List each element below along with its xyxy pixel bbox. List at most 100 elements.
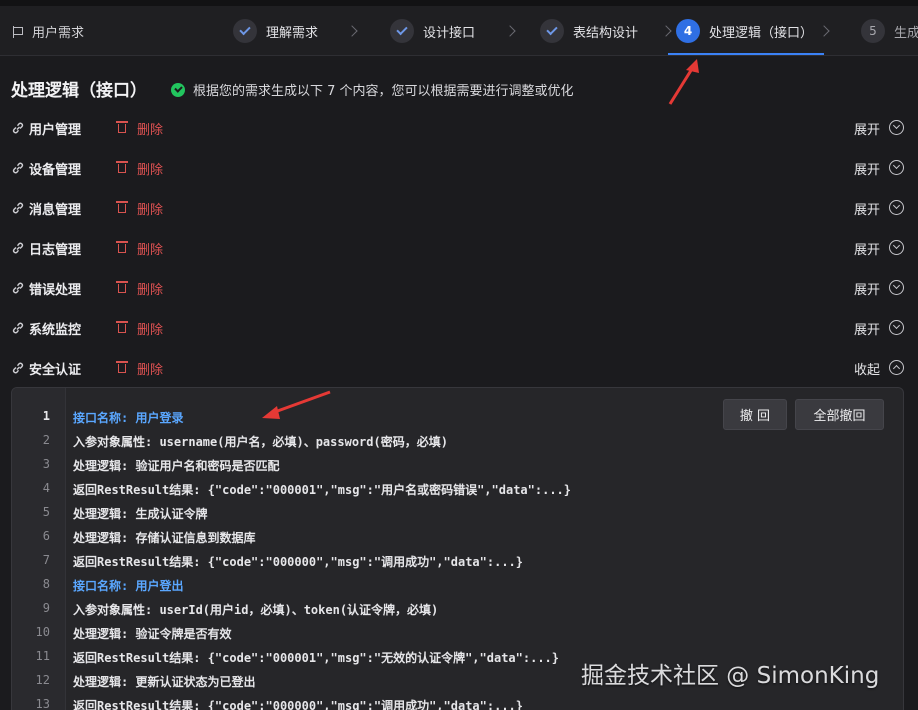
code-line-text: 返回RestResult结果: {"code":"000000","msg":"… xyxy=(73,555,524,569)
delete-button[interactable]: 删除 xyxy=(137,319,163,338)
step-label: 生成 xyxy=(894,25,918,41)
link-icon xyxy=(12,122,24,134)
line-number: 6 xyxy=(42,529,50,543)
chevron-down-circle-icon[interactable] xyxy=(889,320,904,335)
link-icon xyxy=(12,242,24,254)
trash-icon[interactable] xyxy=(116,160,128,173)
step-label: 理解需求 xyxy=(266,25,319,41)
undo-all-button[interactable]: 全部撤回 xyxy=(795,399,884,430)
code-line[interactable]: 13 返回RestResult结果: {"code":"000000","msg"… xyxy=(12,693,903,710)
expand-button[interactable]: 展开 xyxy=(854,239,880,258)
step-generate[interactable]: 5 生成 xyxy=(861,18,918,44)
step-understand[interactable]: 理解需求 xyxy=(233,18,318,44)
code-line[interactable]: 5 处理逻辑: 生成认证令牌 xyxy=(12,501,903,525)
chevron-down-circle-icon[interactable] xyxy=(889,120,904,135)
expand-button[interactable]: 展开 xyxy=(854,119,880,138)
module-name: 用户管理 xyxy=(29,122,82,138)
module-name: 消息管理 xyxy=(29,202,82,218)
module-row-log: 日志管理 删除 展开 xyxy=(0,236,918,260)
step-processing-logic[interactable]: 4 处理逻辑（接口） xyxy=(676,18,813,44)
module-name: 日志管理 xyxy=(29,242,82,258)
link-icon xyxy=(12,202,24,214)
line-number: 12 xyxy=(35,673,50,687)
check-icon xyxy=(233,19,257,43)
delete-button[interactable]: 删除 xyxy=(137,239,163,258)
chevron-right-icon xyxy=(660,25,672,37)
code-line-text: 处理逻辑: 验证用户名和密码是否匹配 xyxy=(73,459,280,473)
line-number: 5 xyxy=(42,505,50,519)
code-line-text: 处理逻辑: 验证令牌是否有效 xyxy=(73,627,232,641)
expand-button[interactable]: 展开 xyxy=(854,159,880,178)
expand-button[interactable]: 展开 xyxy=(854,319,880,338)
line-number: 3 xyxy=(42,457,50,471)
line-number: 13 xyxy=(35,697,50,710)
active-step-underline xyxy=(668,53,824,55)
code-line-text: 处理逻辑: 更新认证状态为已登出 xyxy=(73,675,256,689)
undo-button[interactable]: 撤 回 xyxy=(723,399,787,430)
line-number: 10 xyxy=(35,625,50,639)
collapse-button[interactable]: 收起 xyxy=(854,359,880,378)
code-line[interactable]: 6 处理逻辑: 存储认证信息到数据库 xyxy=(12,525,903,549)
trash-icon[interactable] xyxy=(116,320,128,333)
line-number: 11 xyxy=(35,649,50,663)
chevron-down-circle-icon[interactable] xyxy=(889,200,904,215)
code-line[interactable]: 3 处理逻辑: 验证用户名和密码是否匹配 xyxy=(12,453,903,477)
requirement-tab[interactable]: 用户需求 xyxy=(12,22,84,41)
step-label: 表结构设计 xyxy=(573,25,639,41)
line-number: 9 xyxy=(42,601,50,615)
code-line[interactable]: 4 返回RestResult结果: {"code":"000001","msg":… xyxy=(12,477,903,501)
page-title: 处理逻辑（接口） xyxy=(11,81,147,101)
delete-button[interactable]: 删除 xyxy=(137,359,163,378)
delete-button[interactable]: 删除 xyxy=(137,199,163,218)
code-line-text: 返回RestResult结果: {"code":"000001","msg":"… xyxy=(73,651,560,665)
code-line[interactable]: 8 接口名称: 用户登出 xyxy=(12,573,903,597)
code-line-text: 处理逻辑: 存储认证信息到数据库 xyxy=(73,531,256,545)
code-line-text: 返回RestResult结果: {"code":"000001","msg":"… xyxy=(73,483,572,497)
check-circle-icon xyxy=(171,82,185,97)
step-header: 用户需求 理解需求 设计接口 表结构设计 4 处理逻辑（接口） 5 生成 xyxy=(0,6,918,56)
trash-icon[interactable] xyxy=(116,120,128,133)
check-icon xyxy=(390,19,414,43)
code-line[interactable]: 2 入参对象属性: username(用户名，必填)、password(密码，必填… xyxy=(12,429,903,453)
expand-button[interactable]: 展开 xyxy=(854,199,880,218)
annotation-arrow-icon xyxy=(668,59,699,105)
line-number: 8 xyxy=(42,577,50,591)
code-line-text: 入参对象属性: userId(用户id，必填)、token(认证令牌，必填) xyxy=(73,603,439,617)
chevron-right-icon xyxy=(346,25,358,37)
step-number-badge: 5 xyxy=(861,19,885,43)
step-table-design[interactable]: 表结构设计 xyxy=(540,18,638,44)
step-number-badge: 4 xyxy=(676,19,700,43)
step-design-api[interactable]: 设计接口 xyxy=(390,18,475,44)
line-number: 1 xyxy=(42,409,50,423)
notice-text: 根据您的需求生成以下 7 个内容，您可以根据需要进行调整或优化 xyxy=(193,84,574,99)
delete-button[interactable]: 删除 xyxy=(137,279,163,298)
trash-icon[interactable] xyxy=(116,240,128,253)
chevron-up-circle-icon[interactable] xyxy=(889,360,904,375)
module-name: 错误处理 xyxy=(29,282,82,298)
code-line[interactable]: 10 处理逻辑: 验证令牌是否有效 xyxy=(12,621,903,645)
chevron-down-circle-icon[interactable] xyxy=(889,240,904,255)
trash-icon[interactable] xyxy=(116,280,128,293)
expand-button[interactable]: 展开 xyxy=(854,279,880,298)
api-name-line: 接口名称: 用户登出 xyxy=(73,579,184,593)
chevron-right-icon xyxy=(818,25,830,37)
chevron-right-icon xyxy=(504,25,516,37)
generation-notice: 根据您的需求生成以下 7 个内容，您可以根据需要进行调整或优化 xyxy=(171,80,574,99)
delete-button[interactable]: 删除 xyxy=(137,159,163,178)
trash-icon[interactable] xyxy=(116,200,128,213)
trash-icon[interactable] xyxy=(116,360,128,373)
code-line-text: 返回RestResult结果: {"code":"000000","msg":"… xyxy=(73,699,524,710)
link-icon xyxy=(12,322,24,334)
line-number: 7 xyxy=(42,553,50,567)
chevron-down-circle-icon[interactable] xyxy=(889,280,904,295)
code-line-text: 处理逻辑: 生成认证令牌 xyxy=(73,507,208,521)
module-name: 安全认证 xyxy=(29,362,82,378)
delete-button[interactable]: 删除 xyxy=(137,119,163,138)
line-number: 4 xyxy=(42,481,50,495)
code-line[interactable]: 9 入参对象属性: userId(用户id，必填)、token(认证令牌，必填) xyxy=(12,597,903,621)
requirement-label: 用户需求 xyxy=(32,26,85,41)
chevron-down-circle-icon[interactable] xyxy=(889,160,904,175)
code-line[interactable]: 7 返回RestResult结果: {"code":"000000","msg":… xyxy=(12,549,903,573)
watermark: 掘金技术社区 @ SimonKing xyxy=(581,663,880,689)
code-line-text: 入参对象属性: username(用户名，必填)、password(密码，必填) xyxy=(73,435,448,449)
